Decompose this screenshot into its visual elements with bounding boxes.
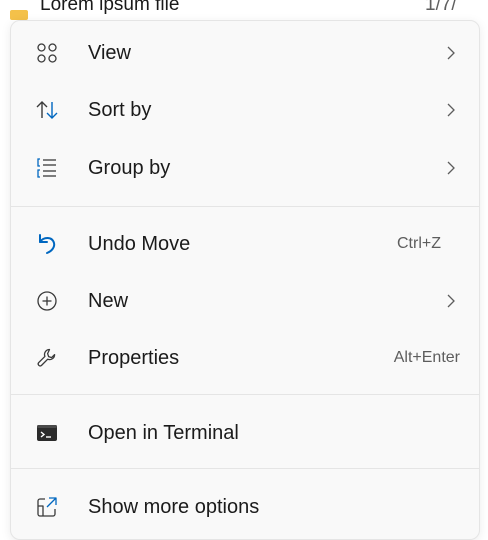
menu-item-undo-move[interactable]: Undo Move Ctrl+Z <box>15 220 475 268</box>
view-icon <box>35 41 59 65</box>
shortcut-label: Ctrl+Z <box>397 235 441 252</box>
menu-item-label: Undo Move <box>88 233 191 255</box>
group-icon <box>35 156 59 180</box>
menu-item-open-in-terminal[interactable]: Open in Terminal <box>15 409 475 457</box>
folder-icon <box>10 10 28 20</box>
menu-separator <box>11 206 479 207</box>
chevron-right-icon <box>445 160 457 176</box>
file-name: Lorem ipsum file <box>40 0 180 15</box>
menu-item-label: View <box>88 42 131 64</box>
menu-item-new[interactable]: New <box>15 277 475 325</box>
menu-item-label: Group by <box>88 157 171 179</box>
menu-separator <box>11 468 479 469</box>
chevron-right-icon <box>445 45 457 61</box>
wrench-icon <box>35 346 59 370</box>
shortcut-label: Alt+Enter <box>393 349 460 366</box>
sort-icon <box>35 98 59 122</box>
open-external-icon <box>35 495 59 519</box>
terminal-icon <box>35 421 59 445</box>
menu-item-group-by[interactable]: Group by <box>15 144 475 192</box>
menu-item-view[interactable]: View <box>15 29 475 77</box>
menu-item-label: Properties <box>88 347 180 369</box>
menu-item-sort-by[interactable]: Sort by <box>15 86 475 134</box>
chevron-right-icon <box>445 293 457 309</box>
file-date: 1/7/ <box>425 0 457 15</box>
context-menu: View Sort by Group by Undo Move Ctrl+Z N… <box>10 20 480 540</box>
menu-item-label: Sort by <box>88 99 152 121</box>
background-file-row[interactable]: Lorem ipsum file 1/7/ <box>0 0 488 22</box>
add-circle-icon <box>35 289 59 313</box>
undo-icon <box>35 232 59 256</box>
menu-item-label: Show more options <box>88 496 260 518</box>
menu-separator <box>11 394 479 395</box>
menu-item-show-more-options[interactable]: Show more options <box>15 483 475 531</box>
menu-item-label: New <box>88 290 129 312</box>
menu-item-label: Open in Terminal <box>88 422 239 444</box>
menu-item-properties[interactable]: Properties Alt+Enter <box>15 334 475 382</box>
chevron-right-icon <box>445 102 457 118</box>
